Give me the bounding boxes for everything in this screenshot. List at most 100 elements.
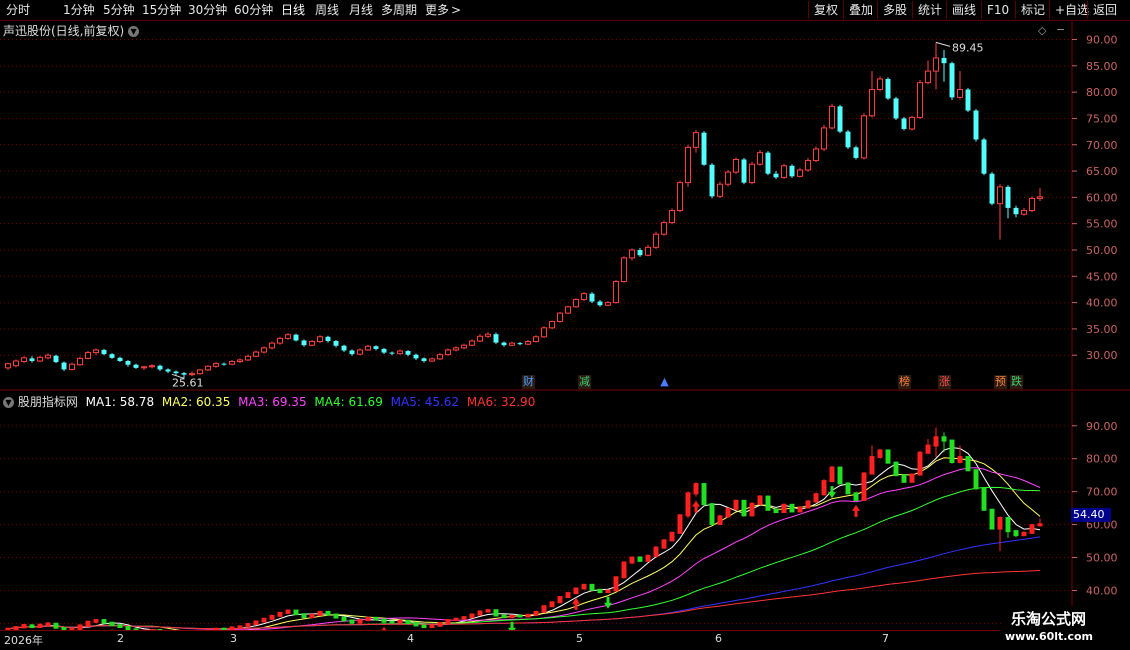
- draw-line-button[interactable]: 画线: [946, 1, 981, 19]
- indicator-body: [989, 508, 995, 530]
- indicator-body: [373, 616, 379, 621]
- candle-body: [517, 343, 523, 345]
- indicator-body: [773, 508, 779, 514]
- indicator-body: [493, 609, 499, 617]
- candle-body: [949, 63, 955, 98]
- indicator-body: [605, 589, 611, 594]
- indicator-body: [237, 625, 243, 629]
- tab-1min[interactable]: 1分钟: [63, 2, 95, 18]
- tab-30min[interactable]: 30分钟: [188, 2, 227, 18]
- tab-5min[interactable]: 5分钟: [103, 2, 135, 18]
- candle-body: [733, 158, 739, 173]
- tab-15min[interactable]: 15分钟: [142, 2, 181, 18]
- tab-fenshi[interactable]: 分时: [6, 2, 30, 18]
- watermark-title: 乐淘公式网: [1011, 610, 1087, 628]
- indicator-body: [37, 623, 43, 629]
- candle-body: [637, 249, 643, 256]
- indicator-body: [637, 556, 643, 562]
- candle-body: [1029, 197, 1035, 212]
- chevron-right-icon[interactable]: >: [451, 2, 461, 18]
- indicator-body: [869, 456, 875, 475]
- candle-body: [85, 352, 91, 359]
- indicator-body: [981, 487, 987, 511]
- tab-weekly[interactable]: 周线: [315, 2, 339, 18]
- indicator-body: [973, 469, 979, 490]
- indicator-chart[interactable]: 90.0080.0070.0060.0050.0040.0030.00: [0, 392, 1130, 630]
- f10-button[interactable]: F10: [981, 1, 1015, 19]
- candle-body: [749, 163, 755, 184]
- event-marker[interactable]: 财: [522, 375, 535, 389]
- tab-monthly[interactable]: 月线: [349, 2, 373, 18]
- candle-body: [277, 337, 283, 344]
- indicator-body: [309, 613, 315, 619]
- candle-body: [421, 358, 427, 362]
- candle-body: [477, 335, 483, 342]
- candle-body: [253, 351, 259, 357]
- indicator-body: [405, 619, 411, 625]
- candle-body: [485, 333, 491, 337]
- indicator-body: [253, 620, 259, 626]
- fuquan-button[interactable]: 复权: [808, 1, 843, 19]
- tab-daily[interactable]: 日线: [281, 2, 305, 18]
- indicator-body: [693, 483, 699, 495]
- candle-body: [381, 348, 387, 353]
- candle-body: [909, 116, 915, 130]
- candle-body: [445, 349, 451, 356]
- indicator-body: [549, 601, 555, 608]
- indicator-body: [917, 451, 923, 476]
- indicator-body: [317, 610, 323, 616]
- event-marker[interactable]: 减: [578, 375, 591, 389]
- candle-body: [581, 293, 587, 300]
- event-marker[interactable]: ▲: [658, 375, 671, 389]
- date-label: 6: [715, 632, 722, 645]
- candle-body: [853, 147, 859, 158]
- candle-body: [309, 341, 315, 346]
- candle-body: [365, 345, 371, 351]
- candle-body: [501, 342, 507, 346]
- indicator-body: [381, 618, 387, 623]
- indicator-body: [477, 610, 483, 616]
- tab-60min[interactable]: 60分钟: [234, 2, 273, 18]
- candle-body: [653, 233, 659, 248]
- candle-body: [845, 131, 851, 148]
- indicator-body: [421, 624, 427, 629]
- add-watchlist-button[interactable]: +自选: [1049, 1, 1089, 19]
- indicator-body: [341, 616, 347, 622]
- y-tick-label: 75.00: [1086, 112, 1118, 125]
- arrow-down-icon: [604, 596, 612, 609]
- overlay-button[interactable]: 叠加: [843, 1, 877, 19]
- candle-body: [197, 369, 203, 375]
- candle-body: [333, 341, 339, 346]
- candle-body: [645, 246, 651, 256]
- event-marker[interactable]: 涨: [938, 375, 951, 389]
- candle-body: [693, 132, 699, 148]
- indicator-body: [1021, 531, 1027, 537]
- back-button[interactable]: 返回: [1087, 1, 1123, 19]
- event-marker[interactable]: 预: [994, 375, 1007, 389]
- candle-body: [21, 357, 27, 363]
- tab-more[interactable]: 更多: [425, 2, 449, 18]
- event-marker[interactable]: 榜: [898, 375, 911, 389]
- indicator-body: [429, 624, 435, 629]
- stats-button[interactable]: 统计: [912, 1, 946, 19]
- candle-body: [829, 105, 835, 129]
- candle-body: [405, 351, 411, 355]
- indicator-body: [709, 503, 715, 525]
- arrow-down-icon: [828, 486, 836, 499]
- tab-multi-period[interactable]: 多周期: [381, 2, 417, 18]
- date-label: 7: [882, 632, 889, 645]
- mark-button[interactable]: 标记: [1015, 1, 1049, 19]
- candle-body: [237, 359, 243, 363]
- indicator-body: [1005, 517, 1011, 533]
- candle-body: [245, 355, 251, 361]
- candlestick-chart[interactable]: 90.00 85.00 80.00 75.00 70.00 65.00 60.00 55.00…: [0, 21, 1130, 391]
- indicator-body: [821, 480, 827, 496]
- multi-stock-button[interactable]: 多股: [877, 1, 912, 19]
- event-marker[interactable]: 跌: [1010, 375, 1023, 389]
- indicator-body: [701, 483, 707, 506]
- candle-body: [741, 159, 747, 183]
- candle-body: [589, 293, 595, 302]
- indicator-body: [525, 613, 531, 618]
- candle-body: [149, 365, 155, 368]
- indicator-body: [877, 449, 883, 459]
